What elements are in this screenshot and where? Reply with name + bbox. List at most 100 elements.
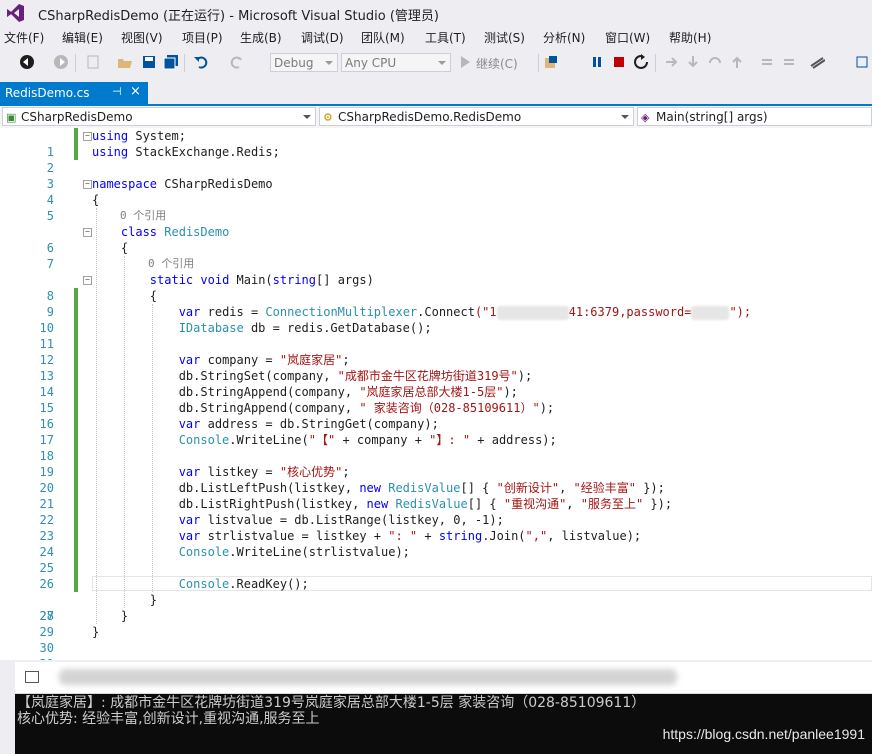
method-icon: ◈	[641, 111, 650, 124]
code-line: 9 {	[0, 288, 872, 319]
member-dropdown[interactable]: ◈ Main(string[] args)	[637, 107, 872, 126]
menu-team[interactable]: 团队(M)	[361, 29, 405, 46]
new-project-icon[interactable]	[84, 53, 102, 71]
open-file-icon[interactable]	[116, 53, 134, 71]
pin-icon[interactable]: ⊣	[112, 85, 122, 98]
menu-help[interactable]: 帮助(H)	[669, 29, 711, 46]
reference-count-hint[interactable]: 0 个引用	[148, 256, 194, 272]
string-literal: "核心优势"	[279, 465, 343, 479]
back-icon[interactable]	[18, 53, 36, 71]
code-line: 22 db.ListRightPush(listkey, new RedisVa…	[0, 496, 872, 527]
code-line: 19	[0, 448, 872, 479]
redo-icon[interactable]	[228, 53, 246, 71]
step-out-icon[interactable]	[728, 53, 746, 71]
type-name: CSharpRedisDemo.RedisDemo	[338, 110, 522, 124]
console-title-bar[interactable]	[15, 662, 872, 694]
toolbar-separator	[538, 54, 539, 72]
stop-debugging-icon[interactable]	[610, 53, 628, 71]
console-window[interactable]: 【岚庭家居】: 成都市金牛区花牌坊街道319号岚庭家居总部大楼1-5层 家装咨询…	[15, 662, 872, 754]
reference-count-hint[interactable]: 0 个引用	[120, 208, 166, 224]
overflow-icon[interactable]	[852, 53, 870, 71]
code-line: 20 var listkey = "核心优势";	[0, 464, 872, 495]
comment-icon[interactable]	[758, 53, 776, 71]
chevron-down-icon	[325, 61, 333, 65]
string-literal: "】: "	[429, 433, 471, 447]
menu-edit[interactable]: 编辑(E)	[62, 29, 103, 46]
menu-analyze[interactable]: 分析(N)	[543, 29, 585, 46]
step-into-icon[interactable]	[684, 53, 702, 71]
uncomment-icon[interactable]	[780, 53, 798, 71]
menu-project[interactable]: 项目(P)	[182, 29, 223, 46]
code-line: 4 − namespace CSharpRedisDemo	[0, 176, 872, 207]
code-editor[interactable]: 1 − using System; 2 using StackExchange.…	[0, 128, 872, 660]
code-line: 12	[0, 336, 872, 367]
save-icon[interactable]	[140, 53, 158, 71]
connect-suffix: ");	[729, 305, 752, 319]
code-line: 31	[0, 640, 872, 660]
string-literal: "岚庭家居总部大楼1-5层"	[359, 385, 504, 399]
break-all-icon[interactable]	[588, 53, 606, 71]
bookmark-icon[interactable]	[808, 53, 826, 71]
string-literal: ": "	[388, 529, 418, 543]
code-line: 2 using StackExchange.Redis;	[0, 144, 872, 175]
code-line: 5 {	[0, 192, 872, 223]
window-title: CSharpRedisDemo (正在运行) - Microsoft Visua…	[38, 9, 439, 24]
code-line: 6 − class RedisDemo	[0, 224, 872, 255]
title-bar: CSharpRedisDemo (正在运行) - Microsoft Visua…	[0, 0, 872, 26]
step-over-icon[interactable]	[706, 53, 724, 71]
show-next-statement-icon[interactable]	[662, 53, 680, 71]
solution-configuration-dropdown[interactable]: Debug	[270, 53, 338, 72]
code-line: 14 db.StringSet(company, "成都市金牛区花牌坊街道319…	[0, 368, 872, 399]
continue-play-icon[interactable]	[456, 53, 474, 71]
collapse-icon[interactable]: −	[83, 132, 92, 141]
configuration-value: Debug	[274, 56, 314, 70]
code-line: 10 var redis = ConnectionMultiplexer.Con…	[0, 304, 872, 335]
restart-icon[interactable]	[632, 53, 650, 71]
visual-studio-logo-icon	[7, 4, 24, 22]
toolbar-separator	[75, 54, 76, 72]
redacted-console-title	[59, 669, 677, 685]
chevron-down-icon	[438, 61, 446, 65]
code-line: 13 var company = "岚庭家居";	[0, 352, 872, 383]
menu-debug[interactable]: 调试(D)	[301, 29, 344, 46]
console-output-line: 【岚庭家居】: 成都市金牛区花牌坊街道319号岚庭家居总部大楼1-5层 家装咨询…	[17, 695, 646, 711]
collapse-icon[interactable]: −	[83, 228, 92, 237]
navigation-bar: ▣ CSharpRedisDemo ⚙ CSharpRedisDemo.Redi…	[0, 106, 872, 128]
tab-redisdemo-cs[interactable]: RedisDemo.cs ⊣ ×	[0, 82, 148, 104]
menu-tools[interactable]: 工具(T)	[425, 29, 466, 46]
menu-view[interactable]: 视图(V)	[121, 29, 163, 46]
menu-build[interactable]: 生成(B)	[240, 29, 282, 46]
code-line: 7 {	[0, 240, 872, 271]
save-all-icon[interactable]	[162, 53, 180, 71]
process-icon[interactable]	[542, 53, 560, 71]
toolbar-separator	[184, 54, 185, 72]
code-line: 3	[0, 160, 872, 191]
menu-bar: 文件(F) 编辑(E) 视图(V) 项目(P) 生成(B) 调试(D) 团队(M…	[0, 26, 872, 48]
console-output-line: 核心优势: 经验丰富,创新设计,重视沟通,服务至上	[17, 711, 320, 727]
continue-button[interactable]: 继续(C)	[476, 55, 518, 72]
project-dropdown[interactable]: ▣ CSharpRedisDemo	[2, 107, 316, 126]
forward-icon[interactable]	[52, 53, 70, 71]
collapse-icon[interactable]: −	[83, 180, 92, 189]
code-line: 17 var address = db.StringGet(company);	[0, 416, 872, 447]
solution-platform-dropdown[interactable]: Any CPU	[341, 53, 451, 72]
menu-file[interactable]: 文件(F)	[4, 29, 44, 46]
code-line: 29 }	[0, 608, 872, 639]
menu-test[interactable]: 测试(S)	[484, 29, 525, 46]
type-dropdown[interactable]: ⚙ CSharpRedisDemo.RedisDemo	[319, 107, 634, 126]
collapse-icon[interactable]: −	[83, 276, 92, 285]
code-line: 8 − static void Main(string[] args)	[0, 272, 872, 303]
string-literal: " 家装咨询（028-85109611）"	[359, 401, 540, 415]
redacted-password	[691, 305, 730, 320]
code-line: 28 }	[0, 592, 872, 623]
string-literal: "岚庭家居"	[279, 353, 343, 367]
string-literal: ","	[525, 529, 548, 543]
console-window-icon	[25, 671, 39, 683]
string-literal: "服务至上"	[580, 497, 644, 511]
undo-icon[interactable]	[192, 53, 210, 71]
project-name: CSharpRedisDemo	[21, 110, 133, 124]
close-icon[interactable]: ×	[130, 84, 141, 99]
code-line: 24 var strlistvalue = listkey + ": " + s…	[0, 528, 872, 559]
line-number: 31	[0, 656, 54, 660]
menu-window[interactable]: 窗口(W)	[605, 29, 650, 46]
